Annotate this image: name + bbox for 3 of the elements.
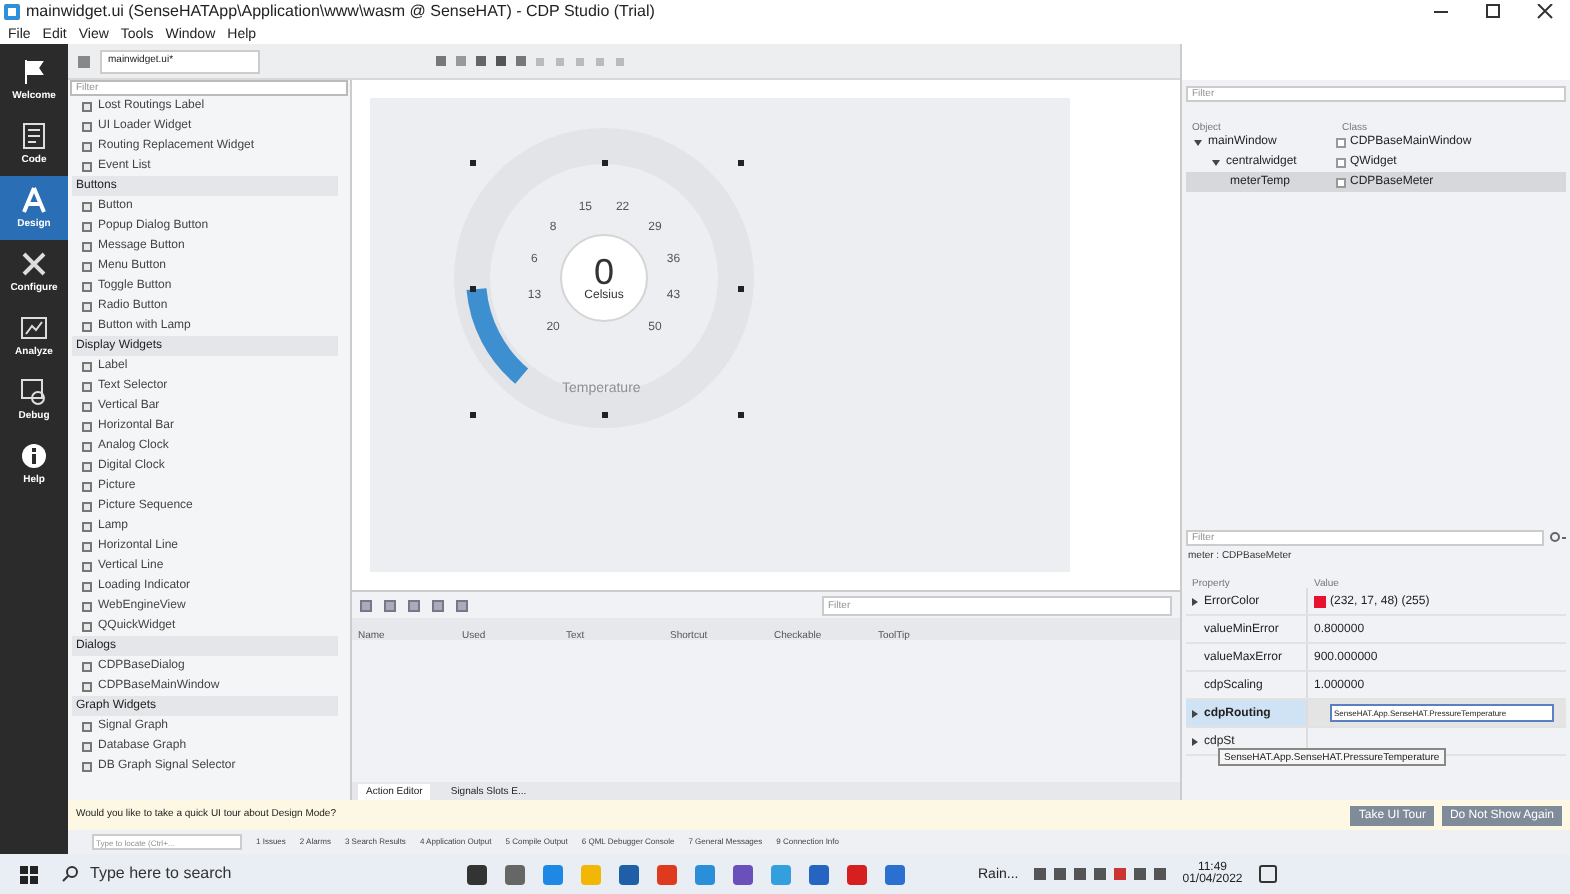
window-title: mainwidget.ui (SenseHATApp\Application\www\wasm @ SenseHAT) - CDP Studio (Trial) [26,4,655,20]
gauge-value: 0 [593,254,614,290]
search-box[interactable]: Type here to search [54,854,394,894]
